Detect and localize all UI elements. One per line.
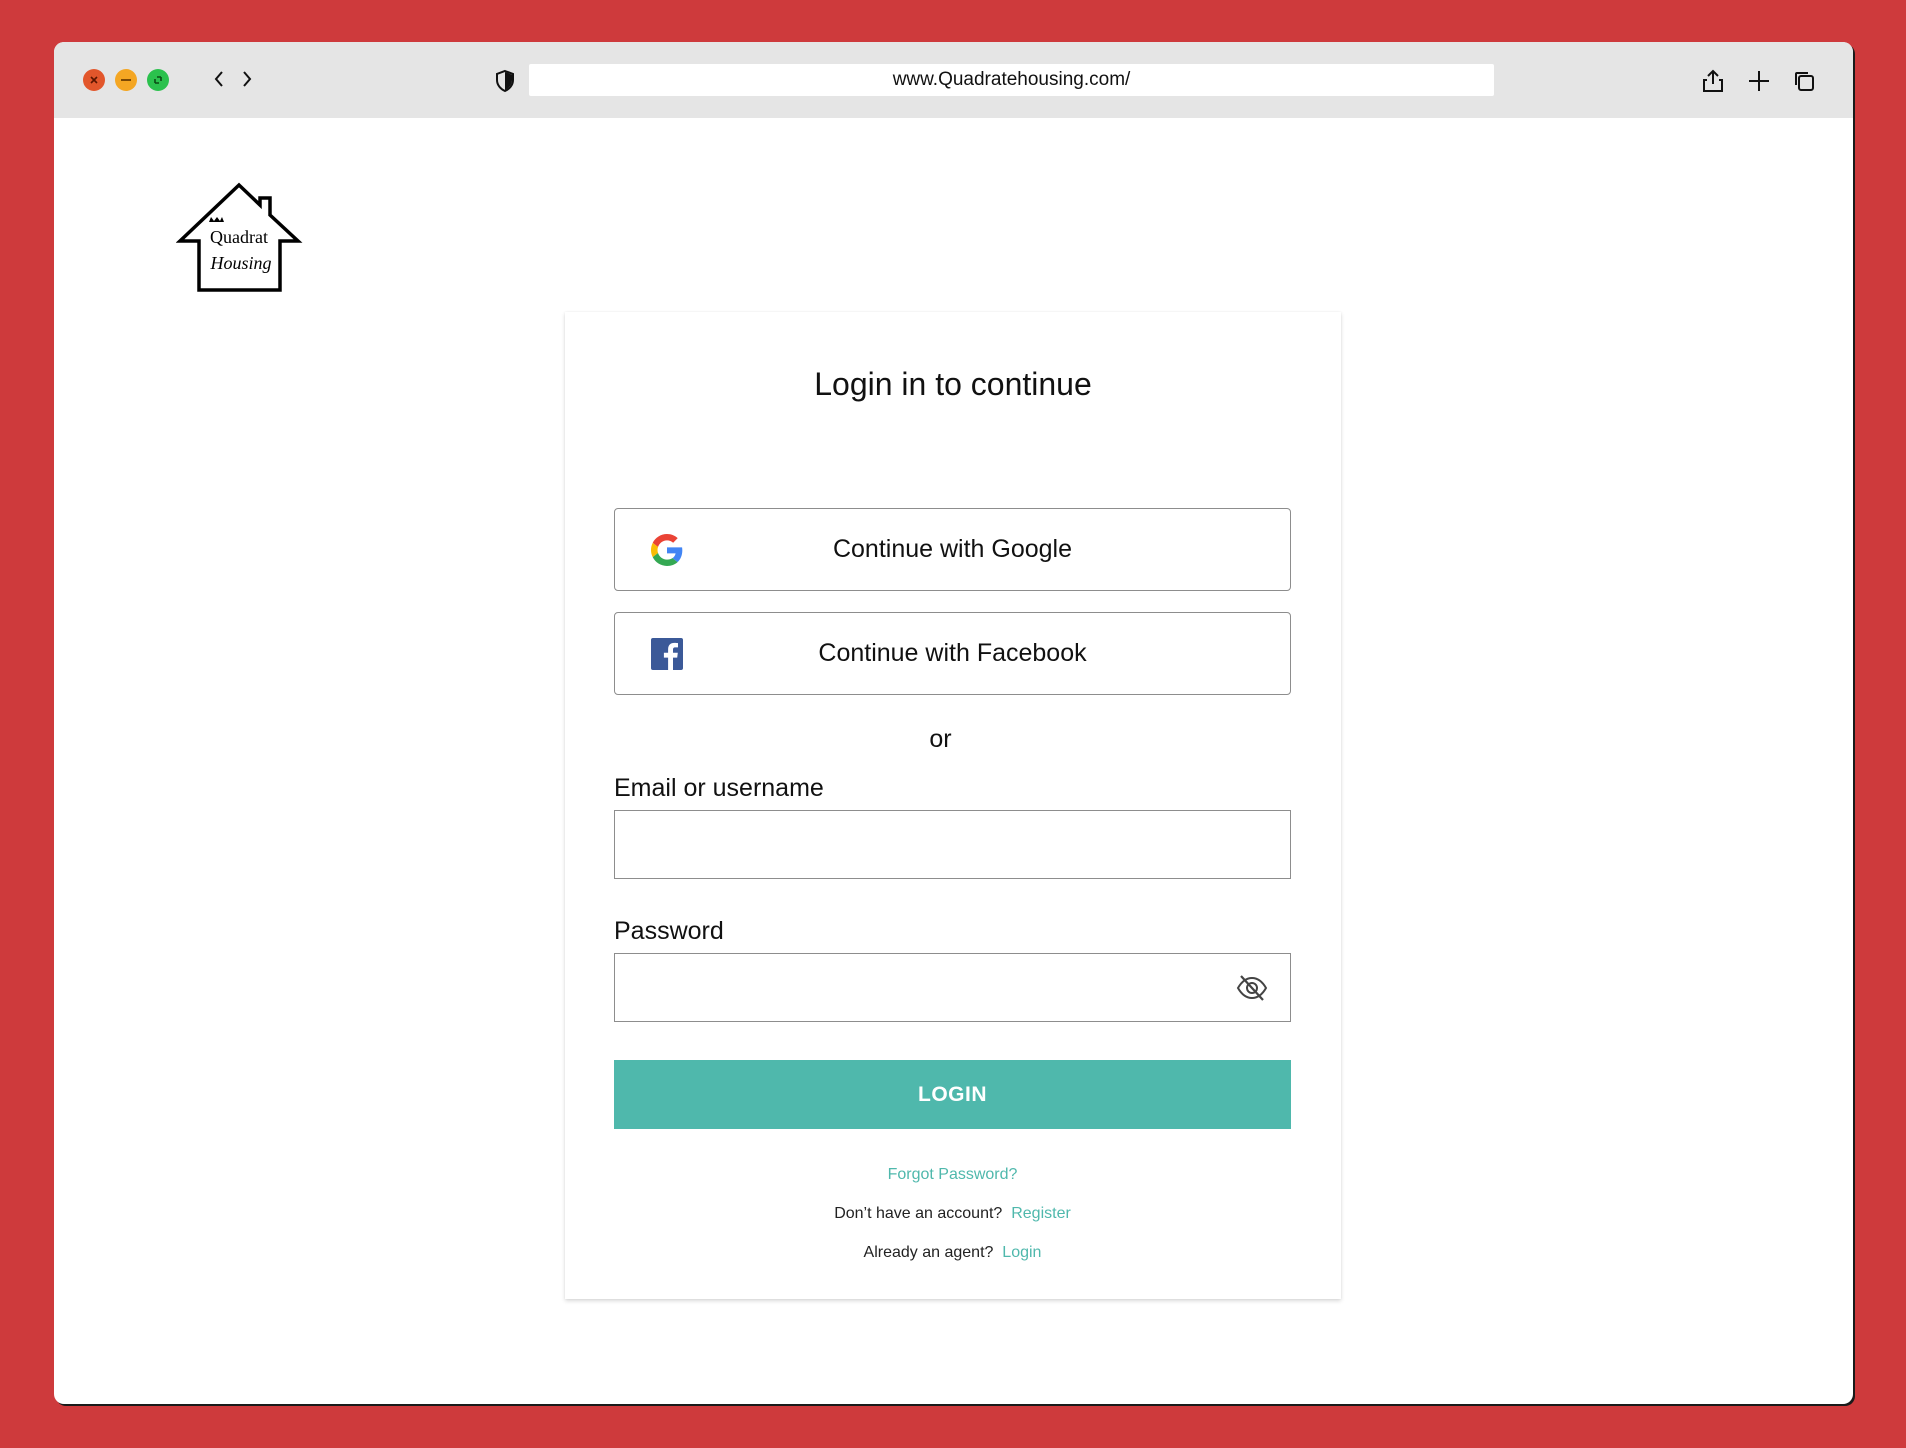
no-account-text: Don’t have an account? (834, 1205, 1003, 1222)
back-button[interactable] (209, 64, 229, 94)
tabs-icon (1795, 72, 1814, 91)
share-icon (1703, 69, 1723, 92)
register-row: Don’t have an account? Register (565, 1205, 1340, 1223)
google-button-label: Continue with Google (832, 535, 1073, 563)
login-title: Login in to continue (814, 366, 1092, 402)
share-button[interactable] (1698, 66, 1728, 96)
forward-button[interactable] (237, 64, 257, 94)
logo-text-quadrat: Quadrat (210, 227, 268, 247)
agent-login-link[interactable]: Login (1002, 1244, 1041, 1261)
continue-with-facebook-button[interactable]: Continue with Facebook (614, 612, 1291, 695)
google-icon (651, 534, 683, 566)
tab-overview-button[interactable] (1789, 66, 1819, 96)
email-input[interactable] (614, 810, 1291, 879)
password-label: Password (614, 917, 724, 945)
eye-off-icon[interactable] (1236, 973, 1268, 1003)
already-agent-text: Already an agent? (863, 1244, 994, 1261)
plus-icon (1749, 71, 1769, 91)
expand-icon (154, 76, 162, 84)
new-tab-button[interactable] (1744, 66, 1774, 96)
close-window-button[interactable] (83, 69, 105, 91)
forgot-password-row: Forgot Password? (565, 1166, 1340, 1184)
login-submit-button[interactable]: LOGIN (614, 1060, 1291, 1129)
close-icon (90, 76, 98, 84)
facebook-icon (651, 638, 683, 670)
address-bar[interactable]: www.Quadratehousing.com/ (529, 64, 1494, 96)
forgot-password-link[interactable]: Forgot Password? (888, 1166, 1018, 1183)
facebook-button-label: Continue with Facebook (818, 639, 1087, 667)
browser-window: www.Quadratehousing.com/ Quadrat Housing… (54, 42, 1853, 1404)
shield-icon[interactable] (493, 69, 517, 93)
minimize-icon (121, 79, 131, 81)
register-link[interactable]: Register (1011, 1205, 1071, 1222)
maximize-window-button[interactable] (147, 69, 169, 91)
login-card: Login in to continue Continue with Googl… (565, 312, 1341, 1299)
browser-toolbar: www.Quadratehousing.com/ (54, 42, 1853, 118)
chevron-left-icon (214, 71, 223, 87)
agent-login-row: Already an agent? Login (565, 1244, 1340, 1262)
chevron-right-icon (243, 71, 252, 87)
minimize-window-button[interactable] (115, 69, 137, 91)
continue-with-google-button[interactable]: Continue with Google (614, 508, 1291, 591)
quadrat-housing-logo: Quadrat Housing (176, 182, 303, 292)
or-divider-text: or (929, 725, 952, 753)
email-label: Email or username (614, 774, 824, 802)
password-input[interactable] (614, 953, 1291, 1022)
url-text: www.Quadratehousing.com/ (892, 69, 1131, 90)
logo-text-housing: Housing (209, 253, 271, 273)
